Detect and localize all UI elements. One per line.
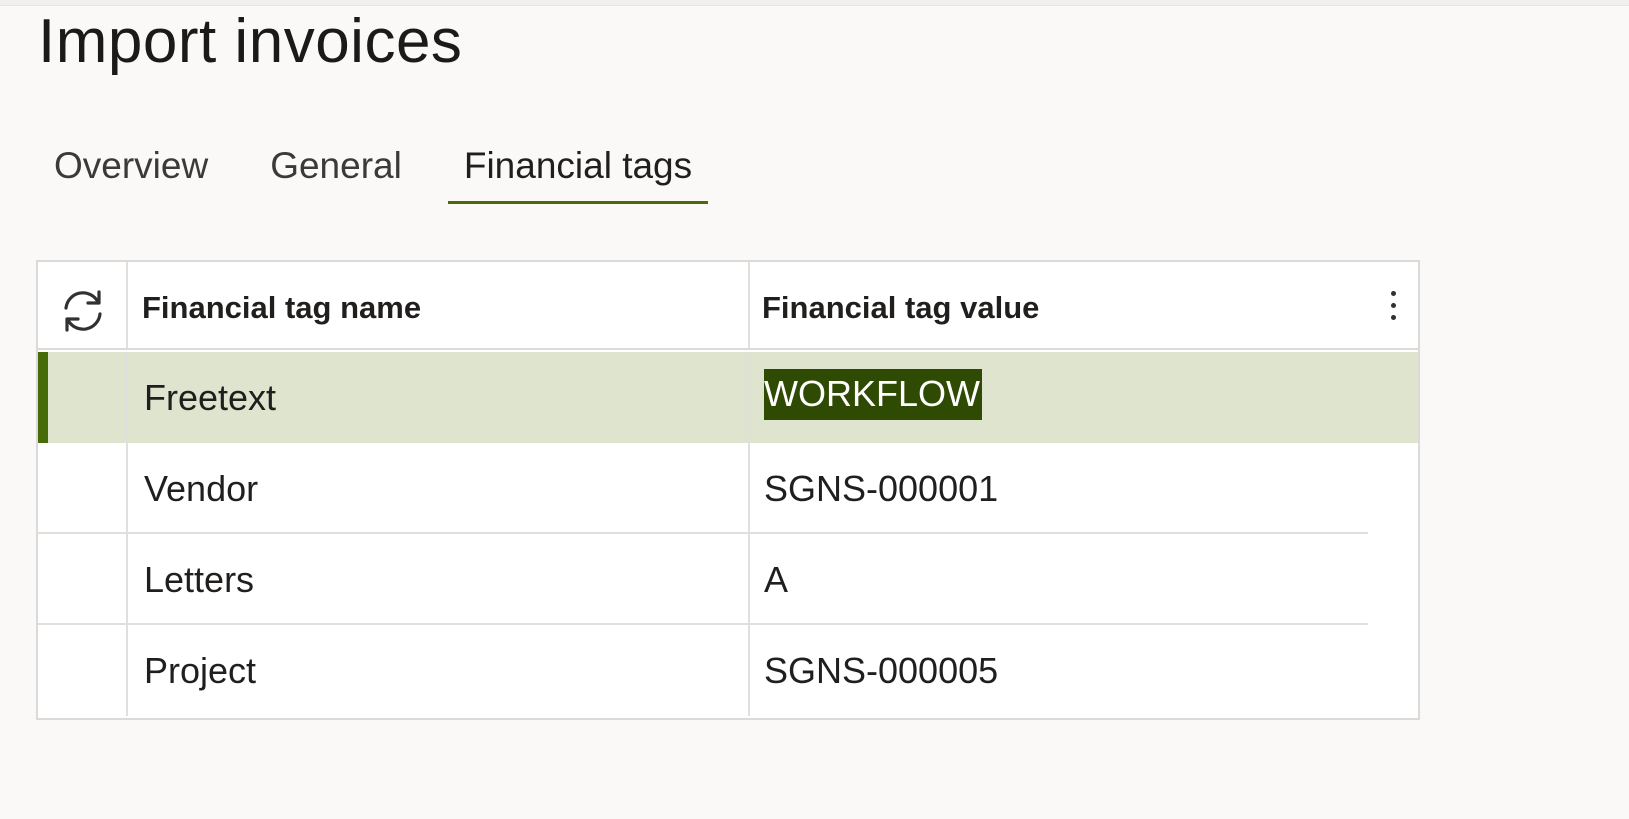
refresh-icon <box>64 290 102 332</box>
column-separator <box>748 625 750 716</box>
column-header-tag-name[interactable]: Financial tag name <box>142 262 421 350</box>
page-title: Import invoices <box>38 7 463 76</box>
column-separator <box>126 534 128 625</box>
table-row[interactable]: Vendor SGNS-000001 <box>38 443 1418 534</box>
column-separator <box>126 443 128 534</box>
tag-name-cell: Letters <box>144 559 255 600</box>
tag-name-cell: Vendor <box>144 468 259 509</box>
selected-text: WORKFLOW <box>764 369 982 420</box>
tag-name-cell: Project <box>144 650 257 691</box>
column-separator <box>748 534 750 625</box>
tab-strip: Overview General Financial tags <box>38 128 709 210</box>
column-header-tag-value[interactable]: Financial tag value <box>762 262 1039 350</box>
tag-value-cell: A <box>764 559 789 600</box>
column-separator <box>748 352 750 443</box>
grid-header: Financial tag name Financial tag value <box>38 262 1418 350</box>
row-selection-indicator <box>38 352 48 443</box>
tab-general[interactable]: General <box>254 128 418 208</box>
table-row[interactable]: Project SGNS-000005 <box>38 625 1418 716</box>
tag-value-cell: SGNS-000005 <box>764 650 999 691</box>
financial-tags-grid: Financial tag name Financial tag value F… <box>36 260 1420 720</box>
tag-name-cell: Freetext <box>144 377 277 418</box>
tab-financial-tags[interactable]: Financial tags <box>447 128 709 208</box>
table-row[interactable]: Letters A <box>38 534 1418 625</box>
column-separator <box>748 443 750 534</box>
refresh-button[interactable] <box>56 284 110 338</box>
column-separator <box>748 262 750 348</box>
column-separator <box>126 625 128 716</box>
tag-value-cell: SGNS-000001 <box>764 468 999 509</box>
column-separator <box>126 262 128 348</box>
table-row[interactable]: Freetext WORKFLOW <box>38 352 1418 443</box>
tab-overview[interactable]: Overview <box>38 128 224 208</box>
more-options-button[interactable] <box>1382 288 1404 330</box>
more-vertical-icon <box>1382 291 1404 320</box>
column-separator <box>126 352 128 443</box>
tag-value-input[interactable]: WORKFLOW <box>764 364 1204 424</box>
